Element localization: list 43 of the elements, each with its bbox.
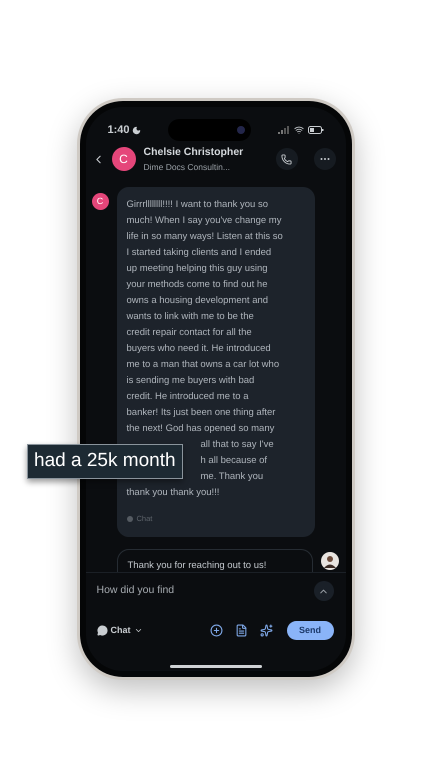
message-line: thank you thank you!!! xyxy=(126,486,220,500)
phone-icon xyxy=(281,154,292,164)
message-line: is sending me buyers with bad xyxy=(126,374,256,388)
message-line: your methods come to find out he xyxy=(126,278,268,292)
message-line: banker! Its just been one thing after xyxy=(126,406,276,420)
send-button[interactable]: Send xyxy=(286,621,334,640)
message-line: owns a housing development and xyxy=(126,294,270,308)
chat-bubble-icon xyxy=(96,625,108,636)
message-line: credit. He introduced me to a xyxy=(126,390,250,404)
add-icon[interactable] xyxy=(210,624,222,637)
collapse-button[interactable] xyxy=(314,581,334,601)
user-avatar-icon xyxy=(320,552,338,570)
status-time: 1:40 xyxy=(108,122,130,138)
message-line: credit repair contact for all the xyxy=(126,326,253,340)
more-button[interactable] xyxy=(314,148,336,170)
sparkle-icon[interactable] xyxy=(260,624,272,637)
message-line: buyers who need it. He introduced xyxy=(126,342,272,356)
moon-icon xyxy=(132,126,141,134)
note-icon[interactable] xyxy=(234,624,248,637)
message-line: I started taking clients and I ended xyxy=(126,246,272,260)
caret-icon xyxy=(134,626,142,635)
channel-selector[interactable]: Chat xyxy=(96,624,142,638)
message-line: up meeting helping this guy using xyxy=(126,262,269,276)
message-line: wants to link with me to be the xyxy=(126,310,255,324)
message-line: all that to say I've xyxy=(200,438,274,452)
caption-overlay: had a 25k month xyxy=(27,444,183,479)
contact-name: Chelsie Christopher xyxy=(144,144,244,160)
contact-subtitle: Dime Docs Consultin... xyxy=(144,160,231,174)
avatar: C xyxy=(92,193,108,210)
message-line: Thank you for reaching out to us! xyxy=(128,559,268,572)
message-line: the next! God has opened so many xyxy=(126,422,276,436)
call-button[interactable] xyxy=(276,148,298,170)
avatar: C xyxy=(112,147,136,171)
wifi-icon xyxy=(294,125,304,135)
message-line: life in so many ways! Listen at this so xyxy=(126,230,284,244)
message-line: me to a man that owns a car lot who xyxy=(126,358,280,372)
message-input[interactable]: How did you find xyxy=(96,583,174,599)
message-line: h all because of xyxy=(200,454,268,468)
message-line: Girrrllllllll!!!! I want to thank you so xyxy=(126,198,269,212)
message-line: much! When I say you've change my xyxy=(126,214,282,228)
battery-icon xyxy=(308,126,324,134)
signal-icon xyxy=(278,126,290,134)
message-line: me. Thank you xyxy=(200,470,264,484)
